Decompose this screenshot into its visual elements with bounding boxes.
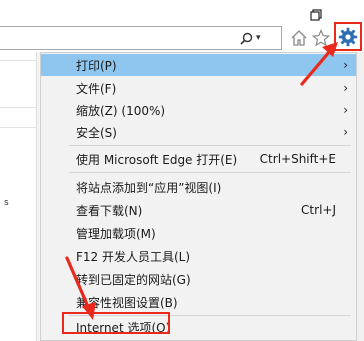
address-bar: ▾ <box>0 26 364 52</box>
menu-item-label: 管理加载项(M) <box>76 226 156 241</box>
divider <box>0 107 36 108</box>
menu-item-open-in-edge[interactable]: 使用 Microsoft Edge 打开(E) Ctrl+Shift+E <box>41 148 356 170</box>
search-icon <box>240 32 253 45</box>
menu-item-label: 打印(P) <box>76 58 117 73</box>
star-icon[interactable] <box>311 28 331 47</box>
menu-item-shortcut: Ctrl+J <box>301 203 336 217</box>
menu-item-label: 查看下载(N) <box>76 203 143 218</box>
restore-window-icon[interactable] <box>303 6 329 24</box>
scrollbar[interactable] <box>356 52 364 341</box>
page-text: s <box>4 198 9 208</box>
menu-item-zoom[interactable]: 缩放(Z) (100%) › <box>41 99 356 121</box>
menu-item-pinned-sites[interactable]: 转到已固定的网站(G) <box>41 268 356 290</box>
menu-item-add-to-apps[interactable]: 将站点添加到“应用”视图(I) <box>41 176 356 198</box>
menu-item-shortcut: Ctrl+Shift+E <box>259 152 336 166</box>
tools-menu: 打印(P) › 文件(F) › 缩放(Z) (100%) › 安全(S) › 使… <box>40 52 357 341</box>
menu-item-safety[interactable]: 安全(S) › <box>41 121 356 143</box>
search-button[interactable]: ▾ <box>240 29 270 47</box>
menu-separator <box>69 172 351 173</box>
menu-item-print[interactable]: 打印(P) › <box>41 54 356 76</box>
menu-item-view-downloads[interactable]: 查看下载(N) Ctrl+J <box>41 199 356 221</box>
annotation-highlight-box <box>62 312 170 334</box>
menu-item-label: 转到已固定的网站(G) <box>76 272 191 287</box>
menu-item-manage-addons[interactable]: 管理加载项(M) <box>41 222 356 244</box>
menu-item-label: F12 开发人员工具(L) <box>76 249 191 264</box>
chevron-right-icon: › <box>343 81 348 95</box>
chevron-right-icon: › <box>343 103 348 117</box>
menu-item-file[interactable]: 文件(F) › <box>41 77 356 99</box>
menu-separator <box>69 145 351 146</box>
menu-item-f12-tools[interactable]: F12 开发人员工具(L) <box>41 245 356 267</box>
menu-item-compat-view[interactable]: 兼容性视图设置(B) <box>41 291 356 313</box>
menu-item-label: 将站点添加到“应用”视图(I) <box>76 180 222 195</box>
menu-item-label: 缩放(Z) (100%) <box>76 103 166 118</box>
chevron-right-icon: › <box>343 58 348 72</box>
menu-item-label: 安全(S) <box>76 125 117 140</box>
home-icon[interactable] <box>290 29 308 47</box>
menu-item-label: 使用 Microsoft Edge 打开(E) <box>76 152 238 167</box>
search-dropdown-icon[interactable]: ▾ <box>256 33 261 43</box>
divider <box>0 127 36 128</box>
page-left-panel: s <box>0 52 37 341</box>
gear-icon <box>338 27 358 46</box>
menu-item-label: 文件(F) <box>76 81 117 96</box>
menu-item-label: 兼容性视图设置(B) <box>76 295 178 310</box>
divider <box>0 60 36 61</box>
tools-gear-button[interactable] <box>334 22 362 51</box>
chevron-right-icon: › <box>343 125 348 139</box>
